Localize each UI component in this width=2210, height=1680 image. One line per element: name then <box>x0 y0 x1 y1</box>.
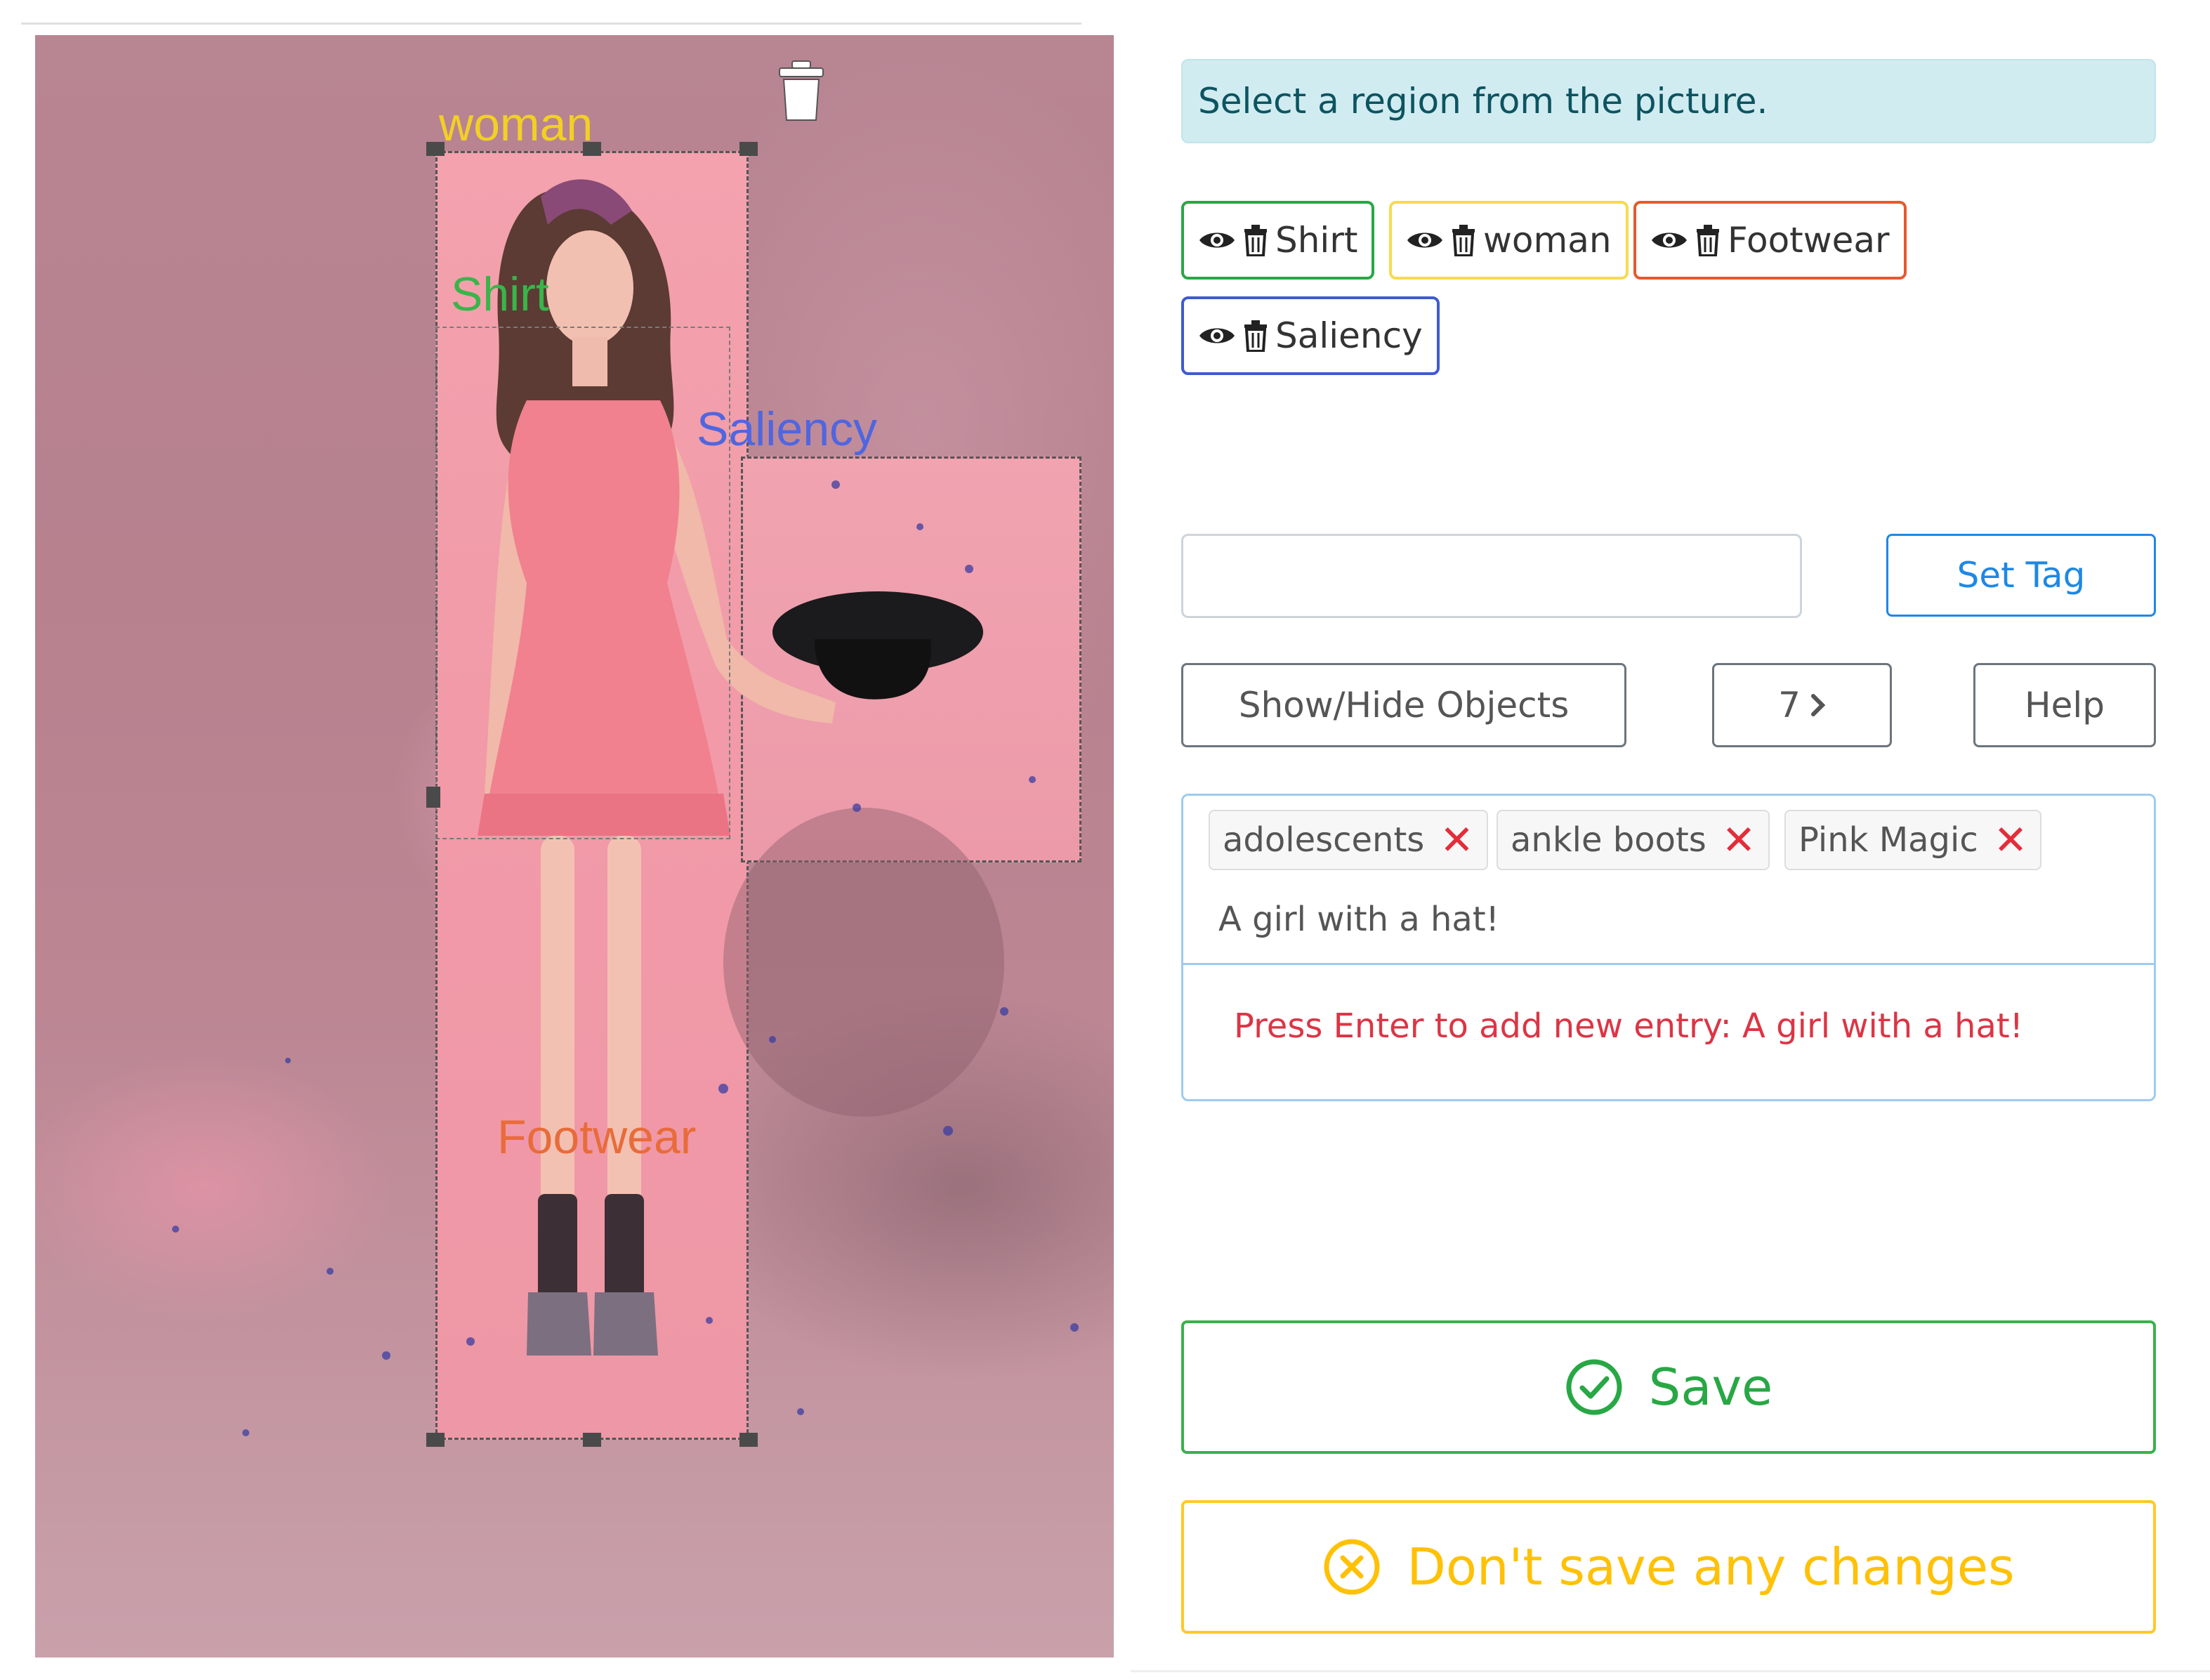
region-label-footwear: Footwear <box>497 1110 697 1164</box>
region-chip-label: woman <box>1483 220 1612 261</box>
trash-icon[interactable] <box>1243 224 1268 256</box>
eye-icon[interactable] <box>1198 324 1236 348</box>
region-label-saliency: Saliency <box>697 402 878 456</box>
region-chip-footwear[interactable]: Footwear <box>1633 201 1907 280</box>
tags-divider <box>1183 963 2154 965</box>
bottom-divider <box>1131 1670 2210 1672</box>
trash-icon[interactable] <box>1695 224 1721 256</box>
x-circle-icon <box>1324 1539 1380 1595</box>
discard-changes-button[interactable]: Don't save any changes <box>1181 1500 2156 1634</box>
trash-icon[interactable] <box>1451 224 1476 256</box>
resize-handle-top-right[interactable] <box>739 142 758 156</box>
region-chip-label: Shirt <box>1275 220 1358 261</box>
check-circle-icon <box>1566 1359 1622 1415</box>
help-button[interactable]: Help <box>1973 663 2156 747</box>
resize-handle-bottom-left[interactable] <box>426 1433 445 1447</box>
tag-pill: ankle boots ✕ <box>1497 810 1770 870</box>
resize-handle-bottom[interactable] <box>583 1433 601 1447</box>
tag-label: adolescents <box>1223 820 1425 860</box>
region-label-shirt: Shirt <box>451 268 549 321</box>
remove-tag-icon[interactable]: ✕ <box>1440 820 1474 860</box>
chevron-right-icon <box>1810 694 1826 716</box>
trash-icon[interactable] <box>1243 320 1268 352</box>
eye-icon[interactable] <box>1650 228 1688 252</box>
tag-input[interactable] <box>1181 534 1802 618</box>
resize-handle-left[interactable] <box>426 787 440 808</box>
save-label: Save <box>1648 1358 1773 1417</box>
show-hide-objects-button[interactable]: Show/Hide Objects <box>1181 663 1626 747</box>
instruction-alert: Select a region from the picture. <box>1181 59 2156 143</box>
remove-tag-icon[interactable]: ✕ <box>1722 820 1756 860</box>
resize-handle-bottom-right[interactable] <box>739 1433 758 1447</box>
region-chip-label: Saliency <box>1275 315 1423 356</box>
eye-icon[interactable] <box>1406 228 1444 252</box>
region-chip-woman[interactable]: woman <box>1389 201 1629 280</box>
eye-icon[interactable] <box>1198 228 1236 252</box>
region-label-woman: woman <box>439 98 593 151</box>
page-number: 7 <box>1778 685 1801 726</box>
save-button[interactable]: Save <box>1181 1320 2156 1454</box>
add-entry-hint[interactable]: Press Enter to add new entry: A girl wit… <box>1234 1006 2023 1046</box>
region-chip-label: Footwear <box>1728 220 1890 261</box>
next-page-button[interactable]: 7 <box>1712 663 1892 747</box>
region-chip-shirt[interactable]: Shirt <box>1181 201 1375 280</box>
set-tag-button[interactable]: Set Tag <box>1886 534 2156 617</box>
tag-label: ankle boots <box>1511 820 1706 860</box>
region-chip-saliency[interactable]: Saliency <box>1181 296 1440 375</box>
discard-label: Don't save any changes <box>1407 1537 2015 1596</box>
tags-editor[interactable]: adolescents ✕ ankle boots ✕ Pink Magic ✕… <box>1181 794 2156 1101</box>
remove-tag-icon[interactable]: ✕ <box>1994 820 2028 860</box>
tag-pill: adolescents ✕ <box>1209 810 1488 870</box>
tag-pill: Pink Magic ✕ <box>1784 810 2042 870</box>
annotation-canvas[interactable]: woman Shirt Saliency Footwear <box>35 35 1114 1658</box>
trash-icon[interactable] <box>778 60 824 123</box>
region-box-shirt[interactable] <box>435 327 730 839</box>
tag-label: Pink Magic <box>1798 820 1978 860</box>
top-divider <box>21 22 1081 25</box>
photo-figure <box>172 179 1079 1436</box>
tag-entry-input[interactable]: A girl with a hat! <box>1218 900 1499 939</box>
